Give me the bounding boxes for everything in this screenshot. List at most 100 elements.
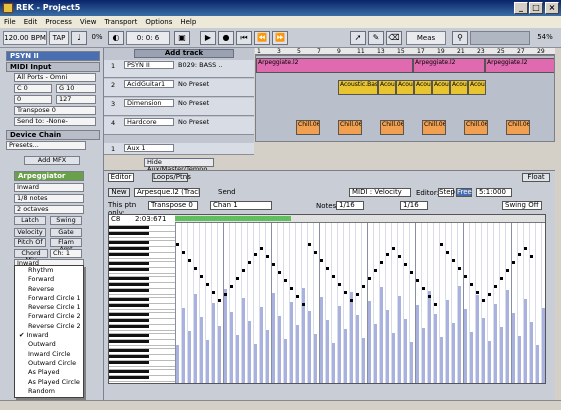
midi-note[interactable] [422,287,425,290]
metronome-icon[interactable]: ♩ [71,31,87,45]
minimize-button[interactable]: _ [514,2,528,14]
midi-note[interactable] [398,255,401,258]
ports-select[interactable]: All Ports - Omni [14,73,96,82]
menu-file[interactable]: File [0,16,20,28]
length-field[interactable]: 5:1:000 [476,188,512,197]
menu-item[interactable]: Random [15,387,83,396]
midi-note[interactable] [236,277,239,280]
midi-note[interactable] [446,251,449,254]
midi-note[interactable] [284,279,287,282]
midi-note[interactable] [452,259,455,262]
clip[interactable]: Chill.06 [506,120,530,135]
vel-low-field[interactable]: 0 [14,95,52,104]
menu-item[interactable]: Outward Circle [15,359,83,368]
midi-velocity-select[interactable]: MIDI : Velocity [349,188,411,197]
midi-note[interactable] [362,285,365,288]
pattern-select[interactable]: Arpesque.l2 (Track 1) [134,188,200,197]
hide-aux-button[interactable]: Hide Aux/Master/Tempo [144,158,214,173]
midi-note[interactable] [302,303,305,306]
pencil-tool-icon[interactable]: ✎ [368,31,384,45]
midi-note[interactable] [404,263,407,266]
menu-item[interactable]: Reverse [15,285,83,294]
track-preset[interactable] [176,144,222,152]
clip[interactable]: Acous [396,80,414,95]
range-high-field[interactable]: G 10 [56,84,96,93]
midi-note[interactable] [356,293,359,296]
midi-note[interactable] [338,283,341,286]
menu-help[interactable]: Help [176,16,200,28]
menu-item[interactable]: Inward Circle [15,350,83,359]
midi-note[interactable] [290,287,293,290]
midi-note[interactable] [326,267,329,270]
midi-note[interactable] [386,253,389,256]
midi-note[interactable] [434,303,437,306]
midi-note[interactable] [530,255,533,258]
tab-loops[interactable]: Loops/Ptns [152,173,191,182]
midi-note[interactable] [266,255,269,258]
timeline-ruler[interactable]: 1 3 5 7 9 11 13 15 17 19 21 23 25 27 29 [255,48,555,55]
step-button[interactable]: Step [438,188,455,197]
midi-note[interactable] [410,271,413,274]
track-row[interactable]: 2 AcidGuitar1 No Preset [104,79,254,97]
midi-note[interactable] [272,263,275,266]
midi-note[interactable] [494,285,497,288]
clip[interactable]: Chill.06 [296,120,320,135]
transpose-field[interactable]: Transpose 0 [14,106,96,115]
clip[interactable]: Acoustic.Bass [338,80,378,95]
midi-note[interactable] [458,267,461,270]
midi-note[interactable] [230,285,233,288]
forward-button[interactable]: ⏩ [272,31,288,45]
midi-note[interactable] [224,293,227,296]
midi-note[interactable] [260,247,263,250]
arp-octaves-select[interactable]: 2 octaves [14,205,84,214]
track-preset[interactable]: B029: BASS ... [176,61,222,69]
arp-mode-select[interactable]: Inward [14,183,84,192]
menu-item[interactable]: As Played Circle [15,378,83,387]
zoom-slider[interactable] [470,31,530,45]
midi-note[interactable] [344,291,347,294]
swing-button[interactable]: Swing [50,216,82,225]
midi-note[interactable] [428,295,431,298]
clip[interactable]: Acous [450,80,468,95]
clip[interactable]: Chill.06 [338,120,362,135]
select-tool-icon[interactable]: ➚ [350,31,366,45]
midi-note[interactable] [368,277,371,280]
device-chain-header[interactable]: Device Chain [6,130,100,140]
note-division-select[interactable]: 1/16 [336,201,364,210]
float-button[interactable]: Float [522,173,550,182]
piano-keyboard[interactable] [109,223,175,383]
add-mfx-button[interactable]: Add MFX [24,156,80,165]
send-to-select[interactable]: Send to: -None- [14,117,96,126]
arp-notes-select[interactable]: 1/8 notes [14,194,84,203]
piano-key[interactable] [109,382,175,383]
clip[interactable]: Acous [414,80,432,95]
menu-item[interactable]: Forward [15,275,83,284]
record-button[interactable]: ● [218,31,234,45]
gate-button[interactable]: Gate [50,228,82,237]
midi-note[interactable] [200,275,203,278]
track-preset[interactable]: No Preset [176,80,222,88]
midi-note[interactable] [374,269,377,272]
note-division-select-2[interactable]: 1/16 [400,201,428,210]
menu-item[interactable]: ✔ Inward [15,331,83,340]
midi-note[interactable] [416,279,419,282]
midi-note[interactable] [440,243,443,246]
zoom-tool-icon[interactable]: ⚲ [452,31,468,45]
track-name[interactable]: Hardcore [124,118,174,126]
tap-button[interactable]: TAP [49,31,69,45]
eraser-tool-icon[interactable]: ⌫ [386,31,402,45]
midi-input-header[interactable]: MIDI Input [6,62,100,72]
note-grid[interactable] [175,223,545,383]
clip[interactable]: Chill.06 [380,120,404,135]
range-low-field[interactable]: C 0 [14,84,52,93]
midi-note[interactable] [182,251,185,254]
midi-note[interactable] [296,295,299,298]
chord-mix-button[interactable]: Chord Mix [14,249,48,264]
midi-note[interactable] [206,283,209,286]
rewind-button[interactable]: ⏪ [254,31,270,45]
record-mode-icon[interactable]: ▣ [174,31,190,45]
midi-note[interactable] [212,291,215,294]
snap-select[interactable]: Meas [406,31,446,45]
chord-channel-field[interactable]: Ch: 1 [50,249,82,258]
track-row[interactable]: 4 Hardcore No Preset [104,117,254,135]
